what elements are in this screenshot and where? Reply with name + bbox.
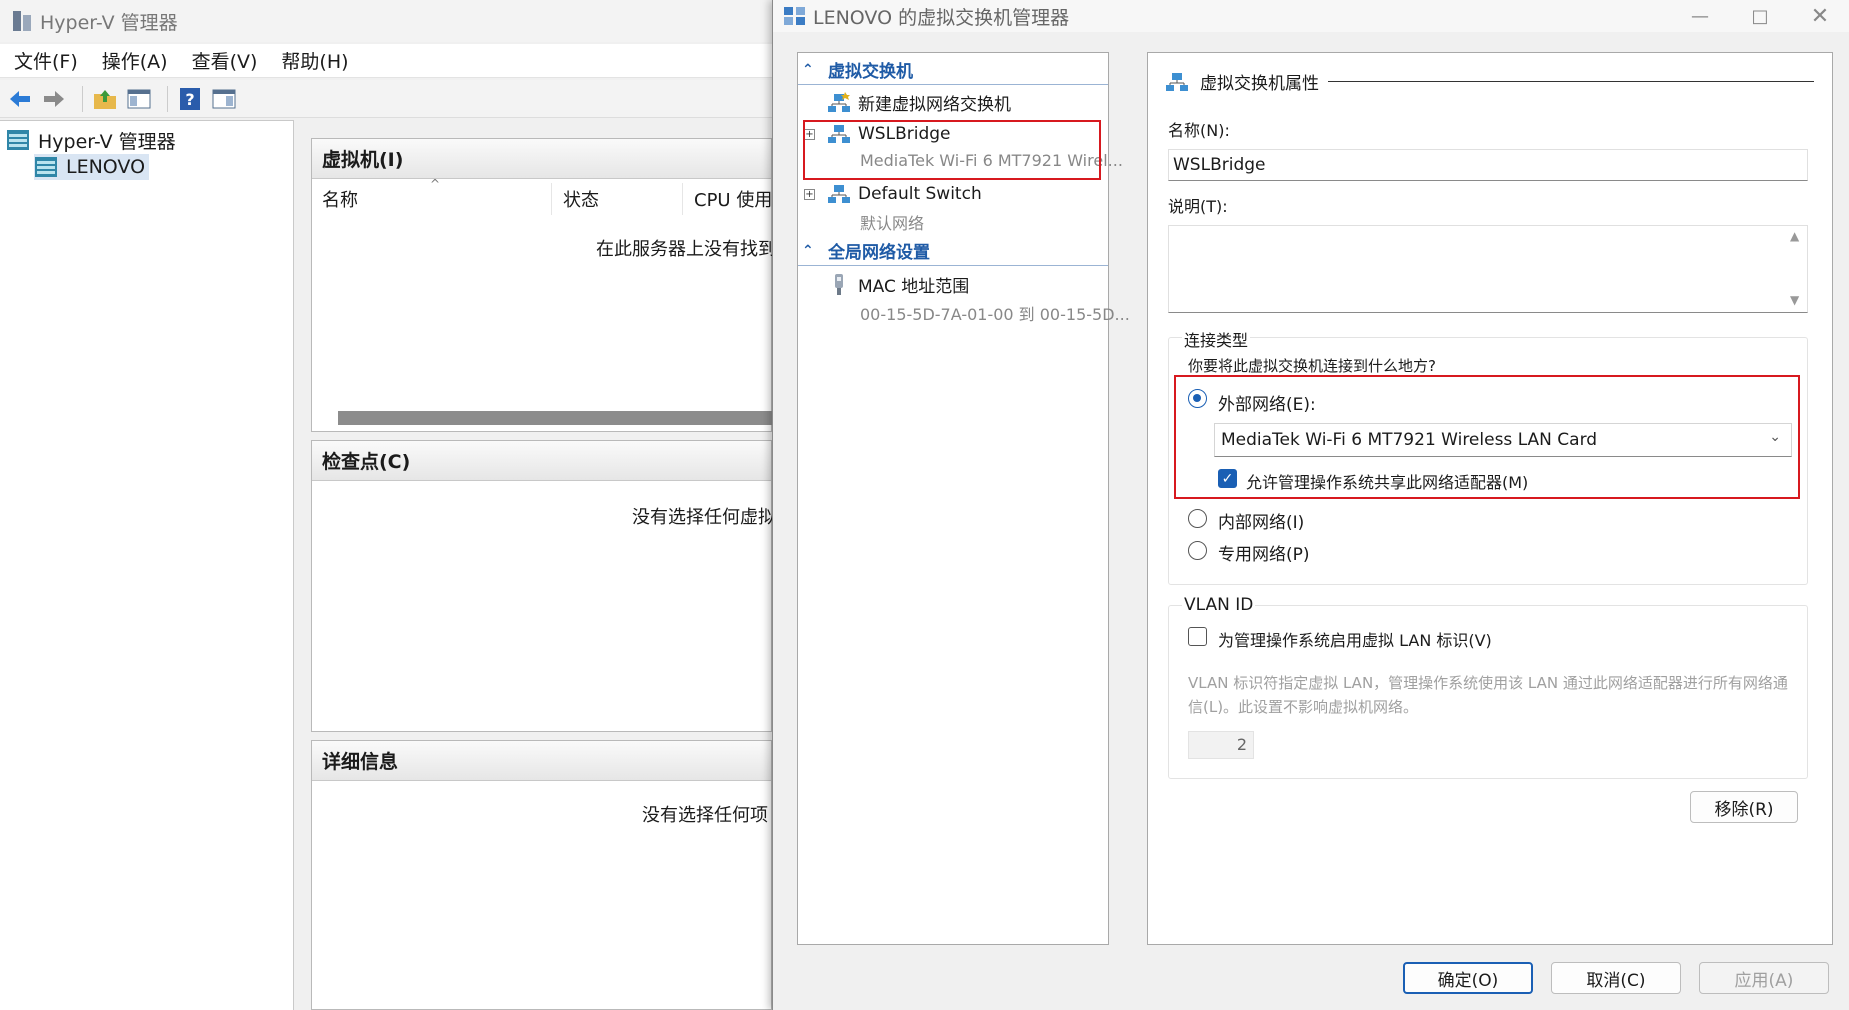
manager-menubar: 文件(F) 操作(A) 查看(V) 帮助(H) — [0, 44, 772, 78]
menu-view[interactable]: 查看(V) — [192, 47, 258, 74]
close-icon[interactable]: ✕ — [1790, 0, 1849, 32]
switch-manager-icon — [784, 7, 805, 25]
hyperv-manager-window: Hyper-V 管理器 文件(F) 操作(A) 查看(V) 帮助(H) ? Hy… — [0, 0, 778, 1010]
section-global-label: 全局网络设置 — [828, 243, 930, 263]
description-label: 说明(T): — [1168, 197, 1228, 216]
svg-text:?: ? — [185, 90, 194, 109]
tree-server-label: LENOVO — [66, 156, 146, 178]
internal-network-label: 内部网络(I) — [1218, 513, 1305, 533]
default-switch-name: Default Switch — [858, 184, 982, 204]
new-virtual-switch-item[interactable]: 新建虚拟网络交换机 — [826, 90, 1011, 115]
scroll-down-icon[interactable]: ▼ — [1790, 293, 1799, 307]
maximize-icon[interactable]: □ — [1730, 0, 1790, 32]
vlan-help-text: VLAN 标识符指定虚拟 LAN，管理操作系统使用该 LAN 通过此网络适配器进… — [1188, 674, 1788, 716]
navigation-tree: Hyper-V 管理器 LENOVO — [0, 120, 294, 1010]
new-switch-label: 新建虚拟网络交换机 — [858, 95, 1011, 115]
column-header-cpu[interactable]: CPU 使用 — [684, 183, 784, 215]
new-switch-icon — [828, 91, 850, 112]
private-network-radio[interactable] — [1188, 541, 1207, 560]
vm-empty-message: 在此服务器上没有找到 — [596, 239, 776, 260]
section-global-network-settings[interactable]: ⌃ 全局网络设置 — [798, 236, 1108, 266]
collapse-icon: ⌃ — [802, 61, 814, 78]
manager-toolbar: ? — [0, 80, 772, 118]
header-rule — [1328, 81, 1814, 82]
mac-range-label: MAC 地址范围 — [858, 277, 970, 297]
checkpoint-panel-title: 检查点(C) — [312, 441, 771, 481]
toolbar-separator — [167, 85, 168, 112]
description-textarea[interactable] — [1168, 225, 1808, 313]
private-network-label: 专用网络(P) — [1218, 545, 1310, 565]
mac-address-range-item[interactable]: MAC 地址范围 — [826, 272, 969, 297]
cancel-button[interactable]: 取消(C) — [1551, 962, 1681, 994]
tree-item-hyperv-manager[interactable]: Hyper-V 管理器 — [6, 127, 176, 153]
virtual-machines-panel: 虚拟机(I) 名称 ^ 状态 CPU 使用 在此服务器上没有找到 — [311, 138, 778, 432]
vlan-enable-label: 为管理操作系统启用虚拟 LAN 标识(V) — [1218, 631, 1492, 650]
tree-item-lenovo[interactable]: LENOVO — [34, 154, 150, 180]
menu-help[interactable]: 帮助(H) — [281, 47, 348, 74]
vlan-enable-checkbox[interactable] — [1188, 627, 1207, 646]
details-panel-title: 详细信息 — [312, 741, 771, 781]
forward-icon[interactable] — [40, 85, 68, 113]
hyperv-app-icon — [13, 11, 31, 31]
sort-ascending-icon: ^ — [430, 177, 441, 191]
manager-title-bar: Hyper-V 管理器 — [0, 0, 772, 42]
manager-title: Hyper-V 管理器 — [40, 11, 178, 34]
ok-button[interactable]: 确定(O) — [1403, 962, 1533, 994]
menu-file[interactable]: 文件(F) — [14, 47, 78, 74]
highlight-box-wslbridge — [803, 120, 1101, 180]
connection-type-label: 连接类型 — [1182, 327, 1251, 351]
remove-button[interactable]: 移除(R) — [1690, 791, 1798, 823]
expand-icon[interactable]: + — [804, 189, 815, 200]
folder-up-icon[interactable] — [91, 85, 119, 113]
scroll-up-icon[interactable]: ▲ — [1790, 229, 1799, 243]
network-switch-icon — [828, 185, 850, 203]
name-input[interactable]: WSLBridge — [1168, 149, 1808, 181]
section-virtual-switches[interactable]: ⌃ 虚拟交换机 — [798, 55, 1108, 85]
properties-header-label: 虚拟交换机属性 — [1200, 74, 1319, 94]
name-label: 名称(N): — [1168, 121, 1230, 140]
apply-button[interactable]: 应用(A) — [1699, 962, 1829, 994]
connection-question: 你要将此虚拟交换机连接到什么地方? — [1188, 357, 1436, 375]
help-icon[interactable]: ? — [176, 85, 204, 113]
minimize-icon[interactable]: — — [1670, 0, 1730, 32]
network-adapter-icon — [835, 273, 843, 295]
mac-range-value: 00-15-5D-7A-01-00 到 00-15-5D... — [860, 305, 1130, 324]
tree-root-label: Hyper-V 管理器 — [38, 130, 176, 153]
hyperv-manager-icon — [7, 130, 29, 150]
menu-action[interactable]: 操作(A) — [102, 47, 168, 74]
checkpoints-panel: 检查点(C) 没有选择任何虚拟 — [311, 440, 776, 732]
back-icon[interactable] — [6, 85, 34, 113]
switch-navigation-pane: ⌃ 虚拟交换机 新建虚拟网络交换机 + WSLBridge MediaTek W… — [797, 52, 1130, 945]
horizontal-scrollbar[interactable] — [338, 411, 778, 425]
details-panel: 详细信息 没有选择任何项 — [311, 740, 772, 1010]
show-hide-tree-icon[interactable] — [125, 85, 153, 113]
switch-item-default-switch[interactable]: Default Switch — [826, 183, 982, 205]
vm-panel-title: 虚拟机(I) — [312, 139, 771, 179]
section-virtual-switches-label: 虚拟交换机 — [828, 62, 913, 82]
vlan-id-input[interactable]: 2 — [1188, 731, 1254, 759]
collapse-icon: ⌃ — [802, 242, 814, 259]
details-empty-message: 没有选择任何项 — [642, 805, 768, 826]
switch-properties-pane: 虚拟交换机属性 名称(N): WSLBridge 说明(T): ▲ ▼ 连接类型… — [1147, 52, 1833, 945]
default-switch-type: 默认网络 — [860, 214, 925, 233]
network-switch-icon — [1166, 72, 1188, 91]
toolbar-separator — [82, 85, 83, 112]
vlan-id-label: VLAN ID — [1182, 595, 1256, 615]
action-pane-icon[interactable] — [210, 85, 238, 113]
properties-header: 虚拟交换机属性 — [1164, 69, 1319, 94]
dialog-title: LENOVO 的虚拟交换机管理器 — [813, 6, 1070, 29]
name-input-value: WSLBridge — [1173, 155, 1266, 175]
checkpoint-empty-message: 没有选择任何虚拟 — [632, 507, 776, 528]
virtual-switch-manager-dialog: LENOVO 的虚拟交换机管理器 — □ ✕ ⌃ 虚拟交换机 新建虚拟网络交换机… — [772, 0, 1849, 1010]
server-icon — [35, 157, 57, 177]
column-header-status[interactable]: 状态 — [553, 183, 683, 215]
internal-network-radio[interactable] — [1188, 509, 1207, 528]
highlight-box-external — [1174, 375, 1800, 499]
